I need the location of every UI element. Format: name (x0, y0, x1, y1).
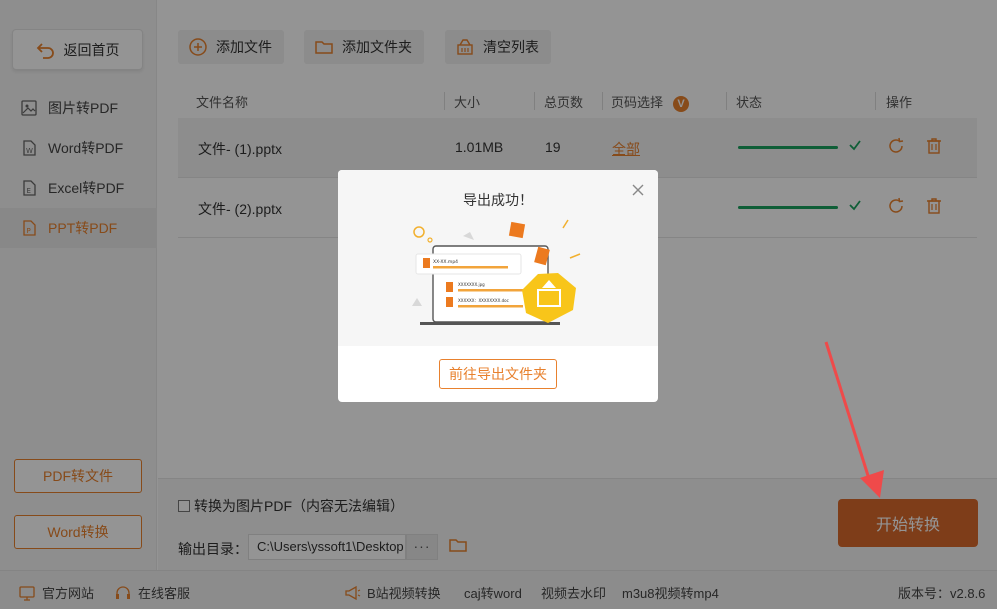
art-file-label: XXXXXXX.jpg (458, 282, 485, 287)
export-illustration: XX-XX.mp4 XXXXXXX.jpg XXXXXX：XXXXXXXX.do… (412, 219, 581, 325)
open-export-folder-button[interactable]: 前往导出文件夹 (439, 359, 557, 389)
export-success-dialog: 导出成功！ XX-XX.mp4 XXXXXXX.jpg XXXXXX：XXXXX… (338, 170, 658, 402)
dialog-title: 导出成功！ (463, 192, 533, 208)
close-icon[interactable] (631, 183, 645, 197)
art-file-label: XX-XX.mp4 (433, 259, 458, 265)
art-file-label: XXXXXX：XXXXXXXX.doc (458, 298, 509, 303)
